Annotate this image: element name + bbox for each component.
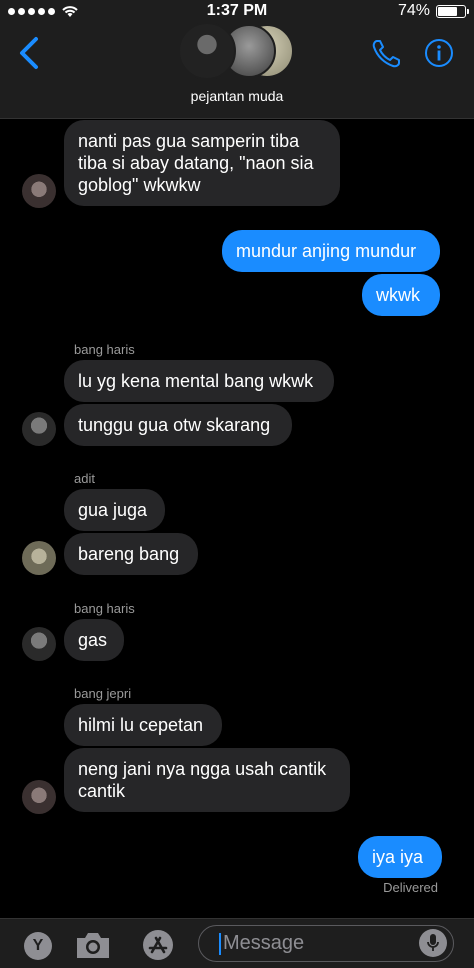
sender-name: bang haris bbox=[74, 601, 135, 616]
message-placeholder: Message bbox=[223, 932, 305, 954]
chevron-left-icon[interactable] bbox=[16, 36, 44, 70]
message-composer: Y Message bbox=[0, 918, 474, 968]
message-bubble[interactable]: wkwk bbox=[362, 274, 440, 316]
group-avatar-1 bbox=[178, 22, 236, 80]
signal-icon bbox=[8, 7, 55, 15]
avatar[interactable] bbox=[22, 541, 56, 575]
wifi-icon bbox=[62, 5, 78, 17]
message-bubble[interactable]: iya iya bbox=[358, 836, 442, 878]
microphone-icon[interactable] bbox=[419, 929, 447, 957]
status-bar: 1:37 PM 74% bbox=[0, 0, 474, 22]
sender-name: adit bbox=[74, 471, 95, 486]
conversation-header: pejantan muda bbox=[0, 22, 474, 119]
sender-name: bang haris bbox=[74, 342, 135, 357]
phone-icon[interactable] bbox=[370, 38, 402, 70]
group-avatar-stack[interactable] bbox=[178, 22, 296, 80]
app-drawer-y-button[interactable]: Y bbox=[24, 932, 52, 960]
message-bubble[interactable]: lu yg kena mental bang wkwk bbox=[64, 360, 334, 402]
message-bubble[interactable]: mundur anjing mundur bbox=[222, 230, 440, 272]
text-caret bbox=[219, 932, 221, 955]
delivery-status: Delivered bbox=[383, 880, 438, 895]
avatar[interactable] bbox=[22, 174, 56, 208]
message-bubble[interactable]: neng jani nya ngga usah cantik cantik bbox=[64, 748, 350, 812]
battery-icon bbox=[436, 4, 469, 18]
battery-percent: 74% bbox=[397, 2, 430, 19]
avatar[interactable] bbox=[22, 412, 56, 446]
avatar[interactable] bbox=[22, 780, 56, 814]
avatar[interactable] bbox=[22, 627, 56, 661]
sender-name: bang jepri bbox=[74, 686, 132, 701]
message-bubble[interactable]: bareng bang bbox=[64, 533, 198, 575]
message-bubble[interactable]: nanti pas gua samperin tiba tiba si abay… bbox=[64, 120, 340, 206]
group-name[interactable]: pejantan muda bbox=[0, 88, 474, 104]
info-icon[interactable] bbox=[424, 38, 454, 68]
app-store-icon[interactable] bbox=[138, 929, 178, 961]
message-thread[interactable]: nanti pas gua samperin tiba tiba si abay… bbox=[0, 118, 474, 918]
message-bubble[interactable]: hilmi lu cepetan bbox=[64, 704, 222, 746]
message-bubble[interactable]: gua juga bbox=[64, 489, 165, 531]
message-bubble[interactable]: tunggu gua otw skarang bbox=[64, 404, 292, 446]
camera-icon[interactable] bbox=[74, 929, 112, 961]
message-bubble[interactable]: gas bbox=[64, 619, 124, 661]
message-input[interactable]: Message bbox=[198, 925, 454, 962]
